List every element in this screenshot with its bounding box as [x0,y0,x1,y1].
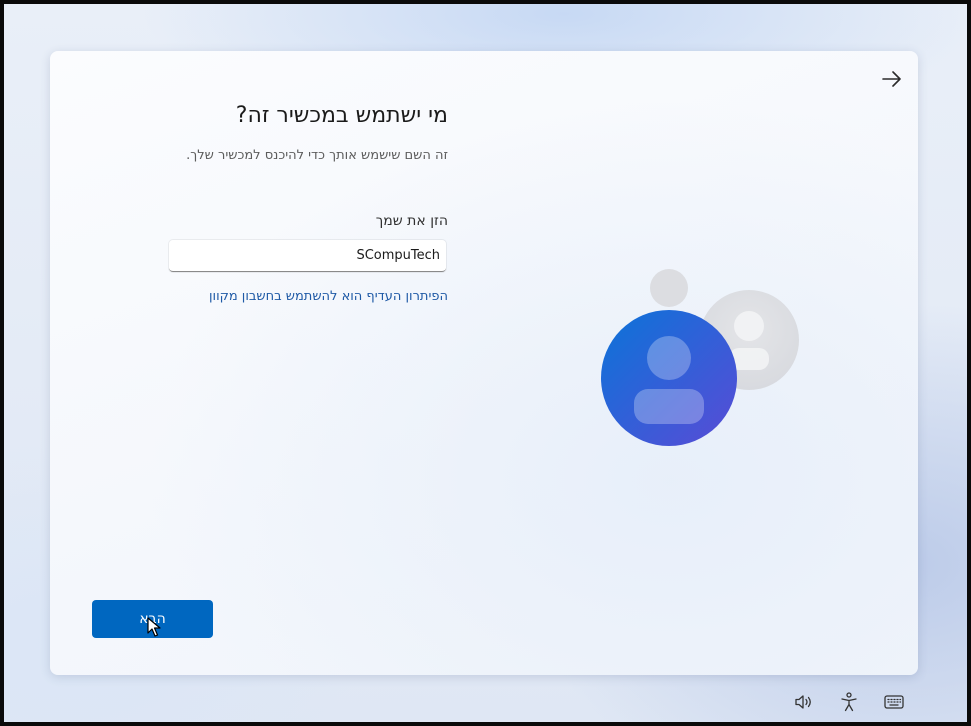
arrow-right-icon [882,71,901,87]
online-account-link[interactable]: הפיתרון העדיף הוא להשתמש בחשבון מקוון [88,289,448,304]
oobe-screen: מי ישתמש במכשיר זה? זה השם שישמש אותך כד… [4,4,967,722]
accessibility-icon [841,692,857,712]
page-title: מי ישתמש במכשיר זה? [235,103,448,128]
keyboard-button[interactable] [883,691,905,713]
setup-card: מי ישתמש במכשיר זה? זה השם שישמש אותך כד… [50,51,918,675]
user-avatar-illustration [601,269,799,446]
mouse-cursor-icon [147,617,161,637]
next-arrow-button[interactable] [879,66,905,92]
volume-button[interactable] [793,691,815,713]
keyboard-icon [884,695,904,709]
name-input[interactable] [169,240,446,272]
page-subtitle: זה השם שישמש אותך כדי להיכנס למכשיר שלך. [186,148,448,163]
accessibility-button[interactable] [838,691,860,713]
name-field-label: הזן את שמך [375,213,448,229]
volume-icon [795,695,811,709]
small-dot-circle [650,269,688,307]
